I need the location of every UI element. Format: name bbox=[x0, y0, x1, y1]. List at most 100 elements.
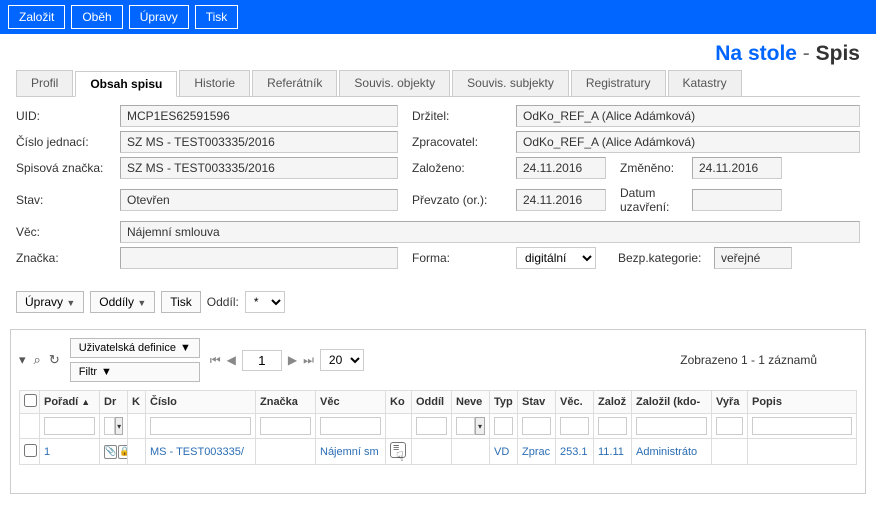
toolbar-tisk[interactable]: Tisk bbox=[161, 291, 201, 313]
btn-obeh[interactable]: Oběh bbox=[71, 5, 122, 29]
filter-vyraz[interactable] bbox=[716, 417, 743, 435]
filter-poradi[interactable] bbox=[44, 417, 95, 435]
filter-zaloz[interactable] bbox=[598, 417, 627, 435]
field-uid[interactable]: MCP1ES62591596 bbox=[120, 105, 398, 127]
collapse-icon[interactable]: ▾ bbox=[19, 352, 26, 368]
field-stav[interactable]: Otevřen bbox=[120, 189, 398, 211]
select-oddil[interactable]: * bbox=[245, 291, 285, 313]
field-zalozeno[interactable]: 24.11.2016 bbox=[516, 157, 606, 179]
btn-tisk[interactable]: Tisk bbox=[195, 5, 239, 29]
link-poradi[interactable]: 1 bbox=[44, 446, 50, 458]
lock-icon[interactable]: 🔒 bbox=[118, 445, 127, 459]
filter-zalozil[interactable] bbox=[636, 417, 707, 435]
tab-referatnik[interactable]: Referátník bbox=[252, 70, 337, 96]
pager-prev-icon[interactable]: ◀ bbox=[227, 353, 236, 367]
grid: Pořadí ▲ Dr K Číslo Značka Věc Ko Oddíl … bbox=[19, 390, 857, 465]
chevron-down-icon: ▼ bbox=[101, 366, 112, 378]
hdr-vyraz[interactable]: Vyřa bbox=[712, 391, 748, 414]
cell-zalozil: Administráto bbox=[632, 439, 712, 465]
btn-zalozit[interactable]: Založit bbox=[8, 5, 65, 29]
cell-oddil bbox=[412, 439, 452, 465]
filter-cislo[interactable] bbox=[150, 417, 251, 435]
form: UID: MCP1ES62591596 Držitel: OdKo_REF_A … bbox=[0, 97, 876, 281]
field-prevzato[interactable]: 24.11.2016 bbox=[516, 189, 606, 211]
cell-vec: Nájemní sm bbox=[316, 439, 386, 465]
link-zaloz[interactable]: 11.11 bbox=[598, 446, 624, 458]
btn-filtr[interactable]: Filtr ▼ bbox=[70, 362, 200, 382]
hdr-vec[interactable]: Věc bbox=[316, 391, 386, 414]
toolbar-oddily[interactable]: Oddíly ▼ bbox=[90, 291, 155, 313]
field-bezp[interactable]: veřejné bbox=[714, 247, 792, 269]
label-uid: UID: bbox=[16, 106, 116, 126]
btn-user-definice[interactable]: Uživatelská definice ▼ bbox=[70, 338, 200, 358]
hdr-popis[interactable]: Popis bbox=[748, 391, 857, 414]
field-znacka[interactable] bbox=[120, 247, 398, 269]
filter-typ[interactable] bbox=[494, 417, 513, 435]
comment-icon[interactable] bbox=[390, 442, 406, 458]
tab-souvis-subjekty[interactable]: Souvis. subjekty bbox=[452, 70, 569, 96]
tabs: Profil Obsah spisu Historie Referátník S… bbox=[16, 70, 860, 97]
search-icon[interactable]: ⌕ bbox=[34, 352, 41, 368]
hdr-oddil[interactable]: Oddíl bbox=[412, 391, 452, 414]
pager-next-icon[interactable]: ▶ bbox=[288, 353, 297, 367]
field-sz[interactable]: SZ MS - TEST003335/2016 bbox=[120, 157, 398, 179]
tab-katastry[interactable]: Katastry bbox=[668, 70, 742, 96]
hdr-zaloz[interactable]: Založ bbox=[594, 391, 632, 414]
link-typ[interactable]: VD bbox=[494, 446, 509, 458]
filter-dr[interactable] bbox=[104, 417, 115, 435]
filter-neve-dd[interactable]: ▾ bbox=[475, 417, 485, 435]
filter-stav[interactable] bbox=[522, 417, 551, 435]
refresh-icon[interactable]: ↻ bbox=[49, 352, 60, 368]
attach-icon[interactable]: 📎 bbox=[104, 445, 117, 459]
hdr-dr[interactable]: Dr bbox=[100, 391, 128, 414]
breadcrumb: Na stole - Spis bbox=[0, 34, 876, 70]
hdr-ko[interactable]: Ko bbox=[386, 391, 412, 414]
field-zmeneno[interactable]: 24.11.2016 bbox=[692, 157, 782, 179]
link-cislo[interactable]: MS - TEST003335/ bbox=[150, 446, 244, 458]
filter-vec[interactable] bbox=[320, 417, 381, 435]
link-vec[interactable]: Nájemní sm bbox=[320, 446, 379, 458]
tab-historie[interactable]: Historie bbox=[179, 70, 250, 96]
field-vec[interactable]: Nájemní smlouva bbox=[120, 221, 860, 243]
filter-dr-dd[interactable]: ▾ bbox=[115, 417, 123, 435]
link-vecc[interactable]: 253.1 bbox=[560, 446, 588, 458]
pager-page-input[interactable] bbox=[242, 350, 282, 371]
hdr-cislo[interactable]: Číslo bbox=[146, 391, 256, 414]
field-uzavreni[interactable] bbox=[692, 189, 782, 211]
pager-size-select[interactable]: 20 bbox=[320, 349, 364, 371]
hdr-vecc[interactable]: Věc. bbox=[556, 391, 594, 414]
cell-popis bbox=[748, 439, 857, 465]
toolbar-upravy[interactable]: Úpravy ▼ bbox=[16, 291, 84, 313]
filter-popis[interactable] bbox=[752, 417, 852, 435]
link-stav[interactable]: Zprac bbox=[522, 446, 550, 458]
tab-registratury[interactable]: Registratury bbox=[571, 70, 666, 96]
select-forma[interactable]: digitální bbox=[516, 247, 596, 269]
pager-last-icon[interactable]: ⏭ bbox=[303, 353, 314, 368]
btn-upravy[interactable]: Úpravy bbox=[129, 5, 189, 29]
hdr-neve[interactable]: Neve bbox=[452, 391, 490, 414]
link-zalozil[interactable]: Administráto bbox=[636, 446, 697, 458]
cell-stav: Zprac bbox=[518, 439, 556, 465]
filter-neve[interactable] bbox=[456, 417, 475, 435]
tab-profil[interactable]: Profil bbox=[16, 70, 73, 96]
hdr-stav[interactable]: Stav bbox=[518, 391, 556, 414]
filter-znacka[interactable] bbox=[260, 417, 311, 435]
pager-first-icon[interactable]: ⏮ bbox=[210, 353, 221, 368]
hdr-k[interactable]: K bbox=[128, 391, 146, 414]
label-vec: Věc: bbox=[16, 222, 116, 242]
field-drzitel[interactable]: OdKo_REF_A (Alice Adámková) bbox=[516, 105, 860, 127]
table-row[interactable]: 1 📎🔒 MS - TEST003335/ Nájemní sm ☟ Komen… bbox=[20, 439, 857, 465]
field-zpracovatel[interactable]: OdKo_REF_A (Alice Adámková) bbox=[516, 131, 860, 153]
filter-oddil[interactable] bbox=[416, 417, 447, 435]
row-checkbox[interactable] bbox=[20, 439, 40, 465]
bc-sep: - bbox=[797, 42, 816, 65]
hdr-checkbox[interactable] bbox=[20, 391, 40, 414]
filter-vecc[interactable] bbox=[560, 417, 589, 435]
hdr-znacka[interactable]: Značka bbox=[256, 391, 316, 414]
tab-obsah-spisu[interactable]: Obsah spisu bbox=[75, 71, 177, 97]
hdr-zalozil[interactable]: Založil (kdo- bbox=[632, 391, 712, 414]
hdr-typ[interactable]: Typ bbox=[490, 391, 518, 414]
hdr-poradi[interactable]: Pořadí ▲ bbox=[40, 391, 100, 414]
field-cj[interactable]: SZ MS - TEST003335/2016 bbox=[120, 131, 398, 153]
tab-souvis-objekty[interactable]: Souvis. objekty bbox=[339, 70, 450, 96]
